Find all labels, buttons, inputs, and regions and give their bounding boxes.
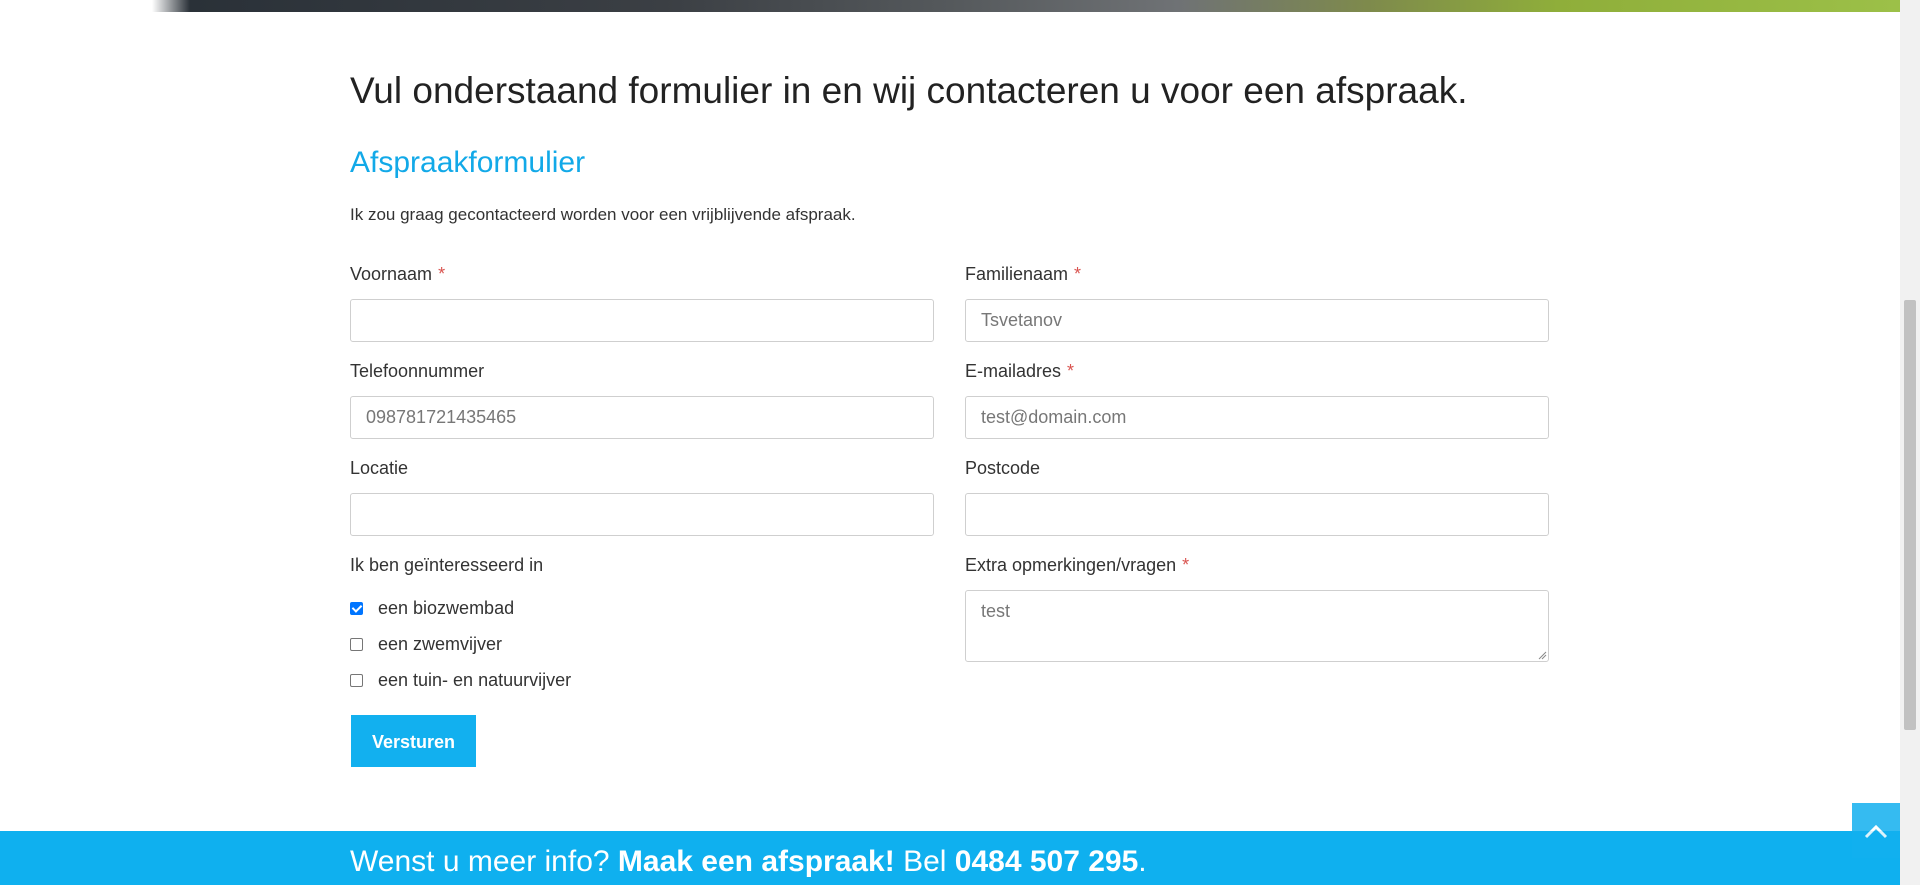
- locatie-input[interactable]: [350, 493, 934, 536]
- opmerkingen-textarea[interactable]: test: [965, 590, 1549, 662]
- postcode-input[interactable]: [965, 493, 1549, 536]
- checkbox-zwemvijver[interactable]: [350, 638, 363, 651]
- locatie-label: Locatie: [350, 458, 408, 479]
- locatie-label-text: Locatie: [350, 458, 409, 478]
- required-marker: *: [438, 264, 446, 284]
- checkbox-label: een zwemvijver: [378, 634, 503, 654]
- cta-banner: Wenst u meer info? Maak een afspraak! Be…: [0, 831, 1900, 885]
- cta-prefix: Wenst u meer info?: [350, 845, 610, 878]
- opmerkingen-label: Extra opmerkingen/vragen *: [965, 555, 1189, 576]
- form-intro: Ik zou graag gecontacteerd worden voor e…: [350, 205, 856, 224]
- back-to-top-button[interactable]: [1852, 803, 1900, 858]
- telefoon-label: Telefoonnummer: [350, 361, 484, 382]
- cta-middle: Bel: [903, 845, 947, 878]
- required-marker: *: [1067, 361, 1075, 381]
- chevron-up-icon: [1864, 824, 1888, 838]
- voornaam-label: Voornaam *: [350, 264, 445, 285]
- postcode-label-text: Postcode: [965, 458, 1041, 478]
- checkbox-label: een biozwembad: [378, 598, 515, 618]
- interest-option-zwemvijver[interactable]: een zwemvijver: [350, 634, 502, 655]
- email-label-text: E-mailadres: [965, 361, 1062, 381]
- submit-button[interactable]: Versturen: [351, 715, 476, 767]
- familienaam-input[interactable]: [965, 299, 1549, 342]
- familienaam-label-text: Familienaam: [965, 264, 1069, 284]
- interest-option-biozwembad[interactable]: een biozwembad: [350, 598, 514, 619]
- opmerkingen-label-text: Extra opmerkingen/vragen: [965, 555, 1177, 575]
- email-label: E-mailadres *: [965, 361, 1074, 382]
- hero-image-strip: [0, 0, 1900, 12]
- cta-appointment-link[interactable]: Maak een afspraak!: [618, 845, 895, 878]
- required-marker: *: [1074, 264, 1082, 284]
- cta-suffix: .: [1138, 845, 1147, 878]
- checkbox-label: een tuin- en natuurvijver: [378, 670, 572, 690]
- telefoon-label-text: Telefoonnummer: [350, 361, 485, 381]
- email-input[interactable]: [965, 396, 1549, 439]
- resize-grip-icon[interactable]: [1537, 650, 1547, 660]
- form-title: Afspraakformulier: [350, 146, 586, 179]
- cta-text: Wenst u meer info? Maak een afspraak! Be…: [350, 845, 1147, 879]
- familienaam-label: Familienaam *: [965, 264, 1081, 285]
- page-scrollbar[interactable]: [1900, 0, 1920, 885]
- telefoon-input[interactable]: [350, 396, 934, 439]
- page-lead: Vul onderstaand formulier in en wij cont…: [350, 70, 1468, 111]
- interest-label: Ik ben geïnteresseerd in: [350, 555, 543, 576]
- checkbox-tuin-natuurvijver[interactable]: [350, 674, 363, 687]
- postcode-label: Postcode: [965, 458, 1040, 479]
- cta-phone[interactable]: 0484 507 295: [955, 845, 1139, 878]
- voornaam-label-text: Voornaam: [350, 264, 433, 284]
- voornaam-input[interactable]: [350, 299, 934, 342]
- scrollbar-thumb[interactable]: [1904, 300, 1916, 730]
- required-marker: *: [1182, 555, 1190, 575]
- interest-option-tuin-natuurvijver[interactable]: een tuin- en natuurvijver: [350, 670, 571, 691]
- interest-label-text: Ik ben geïnteresseerd in: [350, 555, 544, 575]
- checkbox-biozwembad[interactable]: [350, 602, 363, 615]
